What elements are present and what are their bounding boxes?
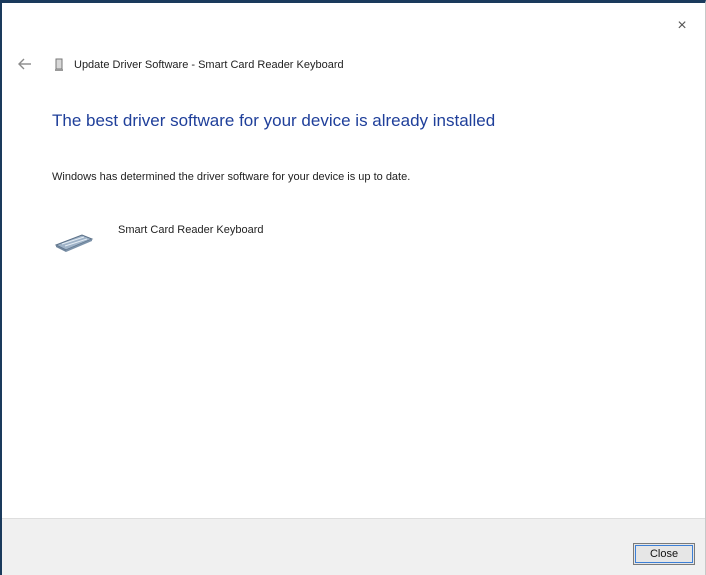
close-window-icon[interactable]: × — [673, 17, 691, 35]
device-manager-icon — [54, 58, 64, 72]
result-description: Windows has determined the driver softwa… — [52, 171, 411, 183]
update-driver-dialog: × Update Driver Software - Smart Card Re… — [0, 0, 706, 575]
keyboard-device-icon — [52, 231, 94, 253]
close-button[interactable]: Close — [633, 543, 695, 565]
device-name-label: Smart Card Reader Keyboard — [118, 224, 264, 236]
back-arrow-icon[interactable] — [16, 57, 34, 71]
result-heading: The best driver software for your device… — [52, 111, 496, 130]
dialog-title: Update Driver Software - Smart Card Read… — [74, 59, 344, 71]
dialog-title-row: Update Driver Software - Smart Card Read… — [54, 57, 344, 73]
dialog-footer: Close — [2, 518, 705, 575]
